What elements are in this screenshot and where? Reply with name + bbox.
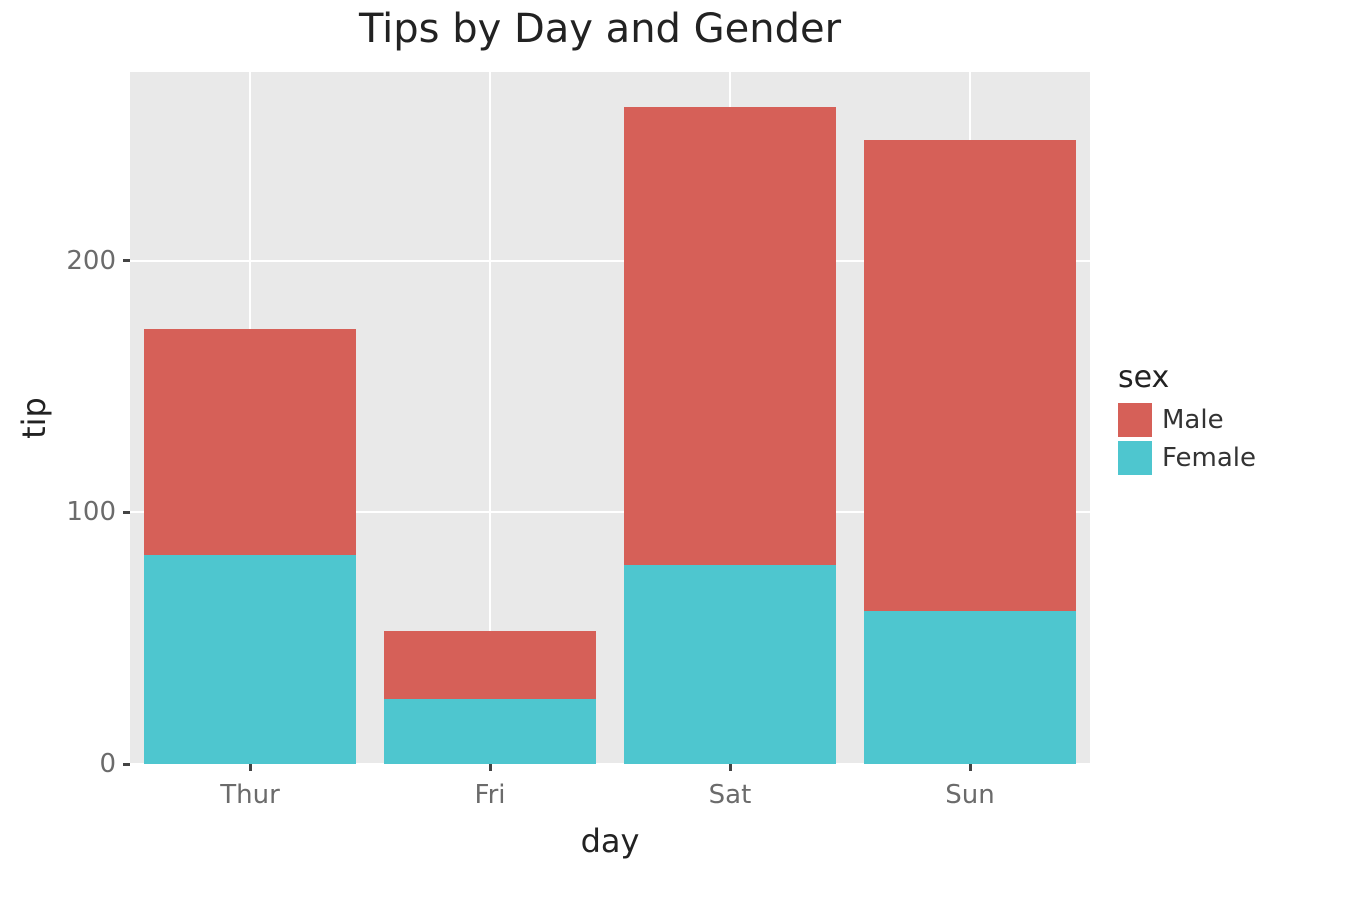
- bar-sat: [624, 107, 835, 764]
- x-tick-label: Thur: [220, 764, 280, 810]
- legend-item-female: Female: [1118, 441, 1256, 475]
- bar-thur: [144, 329, 355, 764]
- bar-sun: [864, 140, 1075, 764]
- bar-seg-female: [144, 555, 355, 764]
- legend: sex Male Female: [1118, 360, 1256, 479]
- legend-swatch: [1118, 403, 1152, 437]
- bar-seg-male: [384, 631, 595, 699]
- legend-label: Male: [1162, 405, 1224, 435]
- bar-fri: [384, 631, 595, 764]
- y-axis-label: tip: [15, 397, 53, 439]
- x-tick-label: Sat: [709, 764, 752, 810]
- x-axis-label: day: [581, 822, 640, 860]
- bar-seg-female: [384, 699, 595, 764]
- legend-title: sex: [1118, 360, 1256, 395]
- bar-seg-female: [864, 611, 1075, 764]
- x-tick-label: Fri: [475, 764, 506, 810]
- y-tick-label: 100: [66, 497, 130, 527]
- bar-seg-female: [624, 565, 835, 764]
- x-tick-label: Sun: [945, 764, 994, 810]
- plot-area: 0100200ThurFriSatSun: [130, 72, 1090, 764]
- bar-seg-male: [144, 329, 355, 555]
- legend-label: Female: [1162, 443, 1256, 473]
- y-tick-label: 0: [99, 749, 130, 779]
- chart-container: Tips by Day and Gender 0100200ThurFriSat…: [0, 0, 1361, 911]
- bar-seg-male: [624, 107, 835, 565]
- legend-item-male: Male: [1118, 403, 1256, 437]
- legend-swatch: [1118, 441, 1152, 475]
- chart-title: Tips by Day and Gender: [0, 6, 1200, 52]
- bar-seg-male: [864, 140, 1075, 611]
- y-tick-label: 200: [66, 246, 130, 276]
